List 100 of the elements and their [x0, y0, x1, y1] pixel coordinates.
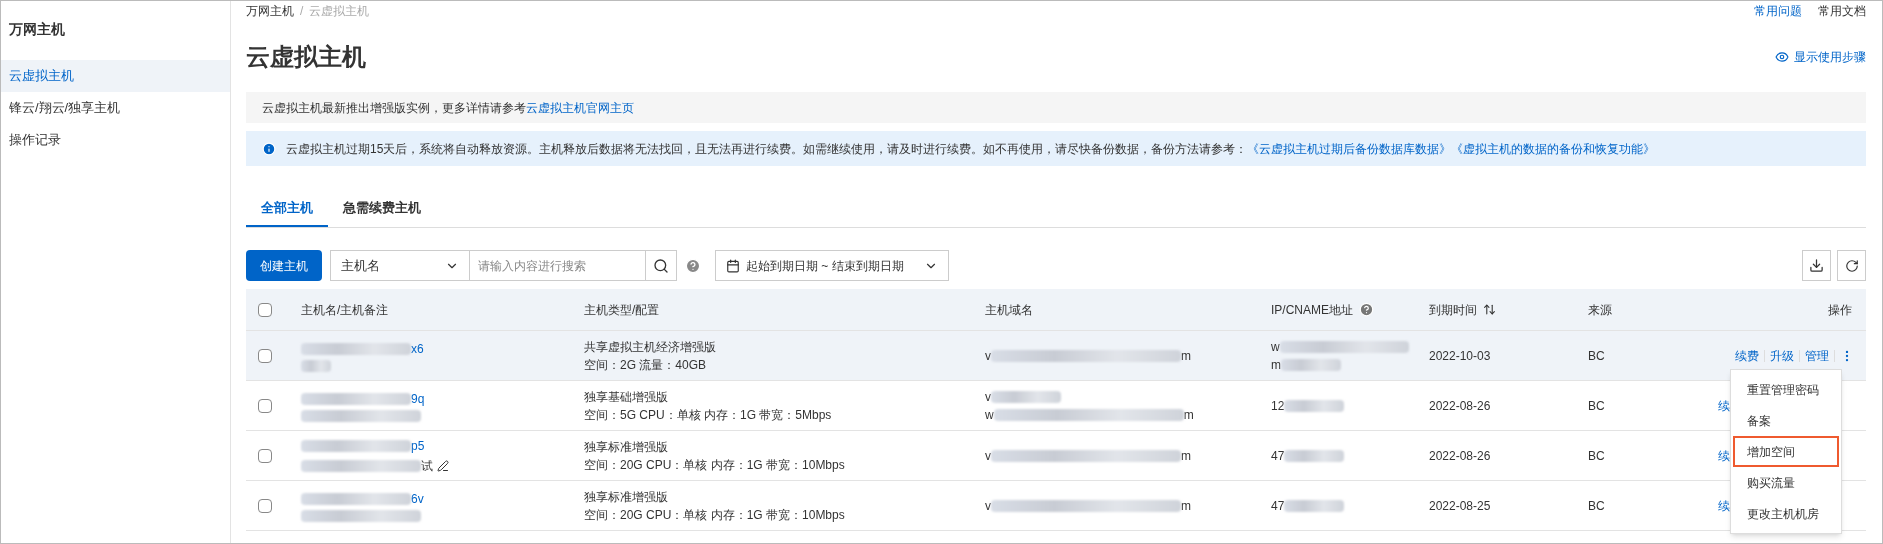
menu-item[interactable]: 备案: [1733, 405, 1839, 436]
page-title: 云虚拟主机: [246, 42, 366, 72]
tab[interactable]: 全部主机: [246, 190, 328, 227]
source: BC: [1588, 398, 1605, 413]
date-range-text: 起始到期日期 ~ 结束到期日期: [746, 257, 904, 275]
alert-link[interactable]: 《云虚拟主机过期后备份数据库数据》: [1247, 141, 1452, 156]
text-fragment: 6v: [411, 490, 424, 508]
breadcrumb-current: 云虚拟主机: [309, 3, 370, 20]
text-fragment: 试: [421, 457, 433, 475]
top-link[interactable]: 常用文档: [1818, 2, 1866, 20]
host-config: 空间：5G CPU：单核 内存：1G 带宽：5Mbps: [584, 406, 833, 424]
host-config: 空间：20G CPU：单核 内存：1G 带宽：10Mbps: [584, 506, 846, 524]
checkbox[interactable]: [258, 398, 272, 413]
text-fragment: x6: [411, 340, 424, 358]
menu-item[interactable]: 更改主机机房: [1733, 498, 1839, 529]
action-link[interactable]: 续: [1718, 446, 1730, 465]
help-icon: [685, 257, 701, 274]
text-fragment: w: [985, 406, 994, 424]
host-type: 共享虚拟主机经济增强版: [584, 338, 717, 356]
tab[interactable]: 急需续费主机: [328, 190, 436, 227]
notice-text: 云虚拟主机最新推出增强版实例，更多详情请参考云虚拟主机官网主页: [262, 99, 634, 117]
column-header: 操作: [1828, 301, 1852, 319]
checkbox[interactable]: [258, 448, 272, 463]
notice-link[interactable]: 云虚拟主机官网主页: [526, 100, 634, 115]
text-fragment: m: [1183, 406, 1194, 424]
blurred-text: [301, 359, 331, 372]
search-button[interactable]: [645, 250, 677, 281]
host-type: 独享标准增强版: [584, 488, 669, 506]
text-fragment: 47: [1271, 497, 1285, 515]
action-link[interactable]: 续: [1718, 496, 1730, 515]
checkbox[interactable]: [258, 498, 272, 513]
action-link[interactable]: 管理: [1805, 346, 1829, 365]
text-fragment: 9q: [411, 390, 425, 408]
column-header: 主机名/主机备注: [301, 301, 389, 319]
checkbox[interactable]: [258, 348, 272, 363]
source: BC: [1588, 498, 1605, 513]
column-header: 来源: [1588, 301, 1612, 319]
search-icon: [653, 257, 669, 274]
download-icon: [1809, 258, 1824, 273]
search-field[interactable]: 请输入内容进行搜索: [470, 250, 645, 281]
text-fragment: v: [985, 347, 991, 365]
text-fragment: v: [985, 497, 991, 515]
sidebar-title: 万网主机: [8, 20, 66, 39]
text-fragment: m: [1181, 347, 1191, 365]
host-type: 独享标准增强版: [584, 438, 669, 456]
create-host-button[interactable]: 创建主机: [246, 250, 322, 281]
text-fragment: p5: [411, 437, 425, 455]
menu-item[interactable]: 重置管理密码: [1733, 374, 1839, 405]
filter-select[interactable]: 主机名: [330, 250, 470, 281]
expiry-date: 2022-10-03: [1429, 348, 1491, 363]
blurred-text: [1284, 399, 1345, 412]
date-range-picker[interactable]: 起始到期日期 ~ 结束到期日期: [715, 250, 949, 281]
column-header: 主机类型/配置: [584, 301, 660, 319]
calendar-icon: [726, 258, 740, 273]
action-link[interactable]: 续费: [1735, 346, 1759, 365]
sidebar-item[interactable]: 操作记录: [1, 124, 230, 156]
refresh-button[interactable]: [1837, 250, 1866, 281]
top-link[interactable]: 常用问题: [1754, 2, 1802, 20]
help-icon: [1359, 302, 1374, 317]
breadcrumb-link[interactable]: 万网主机: [246, 2, 294, 20]
text-fragment: m: [1181, 447, 1191, 465]
menu-item[interactable]: 购买流量: [1733, 467, 1839, 498]
column-header: 到期时间: [1429, 301, 1477, 319]
text-fragment: m: [1181, 497, 1191, 515]
column-header: IP/CNAME地址: [1271, 301, 1353, 319]
expiry-date: 2022-08-25: [1429, 498, 1491, 513]
host-config: 空间：2G 流量：40GB: [584, 356, 708, 374]
edit-icon[interactable]: [437, 459, 449, 472]
source: BC: [1588, 448, 1605, 463]
text-fragment: 12: [1271, 397, 1285, 415]
show-steps-link[interactable]: 显示使用步骤: [1775, 48, 1866, 66]
sidebar-item[interactable]: 云虚拟主机: [1, 60, 230, 92]
download-button[interactable]: [1802, 250, 1831, 281]
eye-icon: [1775, 50, 1789, 64]
text-fragment: v: [985, 388, 991, 406]
action-link[interactable]: 升级: [1770, 346, 1794, 365]
action-link[interactable]: 续: [1718, 396, 1730, 415]
expiry-date: 2022-08-26: [1429, 448, 1491, 463]
text-fragment: m: [1271, 356, 1281, 374]
refresh-icon: [1844, 258, 1859, 273]
expiry-date: 2022-08-26: [1429, 398, 1491, 413]
text-fragment: v: [985, 447, 991, 465]
source: BC: [1588, 348, 1605, 363]
menu-item[interactable]: 增加空间: [1733, 436, 1839, 467]
sort-icon[interactable]: [1483, 303, 1496, 316]
blurred-text: [1284, 449, 1345, 462]
alert-link[interactable]: 《虚拟主机的数据的备份和恢复功能》: [1451, 141, 1656, 156]
blurred-text: [1281, 358, 1341, 371]
checkbox[interactable]: [258, 302, 272, 317]
host-config: 空间：20G CPU：单核 内存：1G 带宽：10Mbps: [584, 456, 846, 474]
info-icon: [262, 141, 276, 156]
text-fragment: w: [1271, 338, 1280, 356]
breadcrumb-separator: /: [300, 3, 304, 20]
blurred-text: [1284, 499, 1345, 512]
alert-text: 云虚拟主机过期15天后，系统将自动释放资源。主机释放后数据将无法找回，且无法再进行续费。如需继续使用，请及时进行续费。如不再使用，请尽快备份数据，备份方法请参考：《云虚拟主机过期后备份数据库数据》《虚拟主机的数据的备份和恢复功能》: [286, 140, 1656, 158]
blurred-text: [991, 390, 1061, 403]
text-fragment: 47: [1271, 447, 1285, 465]
column-header: 主机域名: [985, 301, 1033, 319]
sidebar-item[interactable]: 锋云/翔云/独享主机: [1, 92, 230, 124]
host-type: 独享基础增强版: [584, 388, 669, 406]
